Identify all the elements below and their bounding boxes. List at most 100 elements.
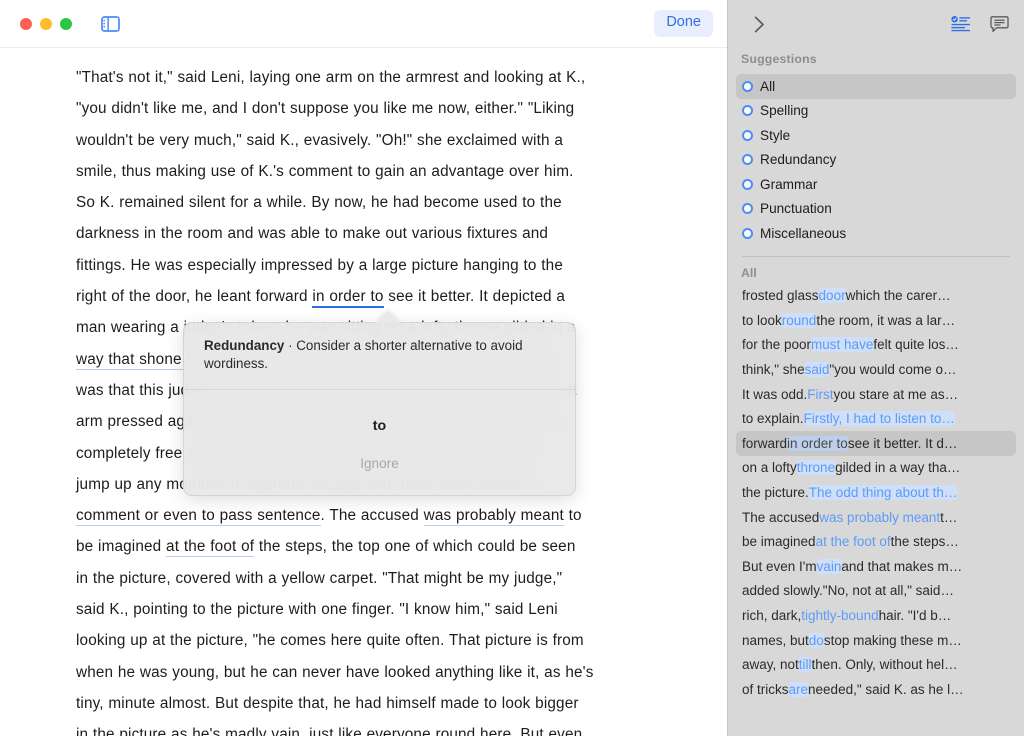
- active-suggestion-span[interactable]: in order to: [312, 288, 384, 309]
- minimize-window-button[interactable]: [40, 17, 52, 30]
- suggestion-context: gilded in a way tha…: [835, 460, 961, 476]
- sidebar-toolbar-actions: [950, 14, 1010, 34]
- document-line: looking up at the picture, "he comes her…: [76, 625, 647, 656]
- document-line: in the picture, covered with a yellow ca…: [76, 563, 647, 594]
- document-line: be imagined at the foot of the steps, th…: [76, 531, 647, 562]
- suggestion-highlight: till: [798, 657, 812, 673]
- category-filter-all[interactable]: All: [736, 74, 1016, 99]
- radio-icon[interactable]: [742, 178, 753, 190]
- sidebar-panel-icon[interactable]: [97, 12, 123, 36]
- suggestion-span[interactable]: at the foot of: [166, 538, 255, 558]
- comment-bubble-icon[interactable]: [988, 14, 1010, 34]
- text-span: in the picture, covered with a yellow ca…: [76, 569, 563, 587]
- text-span: said K., pointing to the picture with on…: [76, 601, 558, 619]
- suggestion-list-item[interactable]: names, but do stop making these m…: [736, 628, 1016, 653]
- category-filter-spelling[interactable]: Spelling: [736, 99, 1016, 124]
- category-label: Spelling: [760, 103, 809, 119]
- category-filter-style[interactable]: Style: [736, 123, 1016, 148]
- suggestion-context: "No, not at all," said…: [822, 583, 954, 599]
- suggestions-header: Suggestions: [741, 52, 817, 66]
- popover-actions: to Ignore: [184, 390, 575, 495]
- suggestion-list-item[interactable]: to explain. Firstly, I had to listen to…: [736, 406, 1016, 431]
- radio-icon[interactable]: [742, 227, 753, 239]
- radio-icon[interactable]: [742, 80, 753, 92]
- document-line: So K. remained silent for a while. By no…: [76, 187, 647, 218]
- category-filter-punctuation[interactable]: Punctuation: [736, 197, 1016, 222]
- popover-replacement-button[interactable]: to: [184, 414, 575, 434]
- suggestion-context: names, but: [742, 632, 809, 648]
- suggestion-context: then. Only, without hel…: [811, 657, 958, 673]
- suggestion-highlight: at the foot of: [815, 534, 891, 550]
- text-span: tiny, minute almost. But despite that, h…: [76, 694, 579, 712]
- popover-arrow: [375, 311, 401, 323]
- suggestion-highlight: in order to: [787, 435, 848, 451]
- suggestion-context: and that makes m…: [841, 558, 963, 574]
- suggestion-list-item[interactable]: rich, dark, tightly-bound hair. "I'd b…: [736, 603, 1016, 628]
- suggestion-span[interactable]: comment or even to pass sentence: [76, 507, 321, 527]
- suggestion-highlight: do: [808, 632, 824, 648]
- popover-category: Redundancy: [204, 338, 285, 353]
- suggestion-list-item[interactable]: away, not till then. Only, without hel…: [736, 652, 1016, 677]
- suggestion-list-item[interactable]: It was odd. First you stare at me as…: [736, 382, 1016, 407]
- suggestion-list-item[interactable]: the picture. The odd thing about th…: [736, 480, 1016, 505]
- text-span: fittings. He was especially impressed by…: [76, 256, 563, 274]
- suggestion-popover: Redundancy · Consider a shorter alternat…: [183, 322, 576, 496]
- suggestion-context: see it better. It d…: [847, 435, 958, 451]
- checklist-icon[interactable]: [950, 14, 972, 34]
- radio-icon[interactable]: [742, 154, 753, 166]
- suggestion-list-item[interactable]: be imagined at the foot of the steps…: [736, 529, 1016, 554]
- suggestion-span[interactable]: was probably meant: [423, 507, 564, 527]
- suggestion-list-item[interactable]: for the poor must have felt quite los…: [736, 333, 1016, 358]
- done-button[interactable]: Done: [654, 10, 713, 37]
- radio-icon[interactable]: [742, 105, 753, 117]
- suggestion-context: away, not: [742, 657, 799, 673]
- text-span: "That's not it," said Leni, laying one a…: [76, 69, 586, 86]
- document-line: wouldn't be very much," said K., evasive…: [76, 125, 647, 156]
- category-filter-miscellaneous[interactable]: Miscellaneous: [736, 221, 1016, 246]
- app-window: Done "That's not it," said Leni, laying …: [0, 0, 1024, 736]
- suggestion-list-item[interactable]: The accused was probably meant t…: [736, 505, 1016, 530]
- suggestion-context: of tricks: [742, 681, 789, 697]
- suggestion-context: to explain.: [742, 411, 804, 427]
- popover-ignore-button[interactable]: Ignore: [184, 452, 575, 485]
- zoom-window-button[interactable]: [60, 17, 72, 30]
- document-toolbar: Done: [0, 0, 727, 48]
- category-label: Style: [760, 127, 791, 143]
- suggestion-list-item[interactable]: think," she said "you would come o…: [736, 357, 1016, 382]
- category-filter-list: All Spelling Style Redundancy Grammar Punctua…: [728, 74, 1024, 246]
- suggestion-context: t…: [940, 509, 958, 525]
- text-span: when he was young, but he can never have…: [76, 663, 594, 681]
- suggestion-context: But even I'm: [742, 558, 817, 574]
- category-label: Grammar: [760, 176, 818, 192]
- suggestion-list-item[interactable]: But even I'm vain and that makes m…: [736, 554, 1016, 579]
- suggestion-list: frosted glass door which the carer… to lo…: [728, 284, 1024, 702]
- category-filter-grammar[interactable]: Grammar: [736, 172, 1016, 197]
- suggestion-context: the room, it was a lar…: [816, 312, 956, 328]
- suggestion-context: frosted glass: [742, 288, 819, 304]
- category-filter-redundancy[interactable]: Redundancy: [736, 148, 1016, 173]
- popover-message: Redundancy · Consider a shorter alternat…: [184, 323, 575, 390]
- chevron-right-icon[interactable]: [748, 13, 770, 35]
- suggestion-list-item[interactable]: forward in order to see it better. It d…: [736, 431, 1016, 456]
- suggestion-list-item[interactable]: added slowly. "No, not at all," said…: [736, 579, 1016, 604]
- suggestion-highlight: must have: [811, 337, 874, 353]
- suggestion-highlight: First: [807, 386, 834, 402]
- category-label: Punctuation: [760, 201, 832, 217]
- document-line: tiny, minute almost. But despite that, h…: [76, 688, 647, 719]
- suggestion-context: The accused: [742, 509, 820, 525]
- radio-icon[interactable]: [742, 203, 753, 215]
- suggestion-highlight: are: [788, 681, 809, 697]
- suggestion-context: rich, dark,: [742, 608, 802, 624]
- suggestion-list-item[interactable]: on a lofty throne gilded in a way tha…: [736, 456, 1016, 481]
- text-span: see it better. It depicted a: [383, 288, 566, 306]
- suggestion-list-item[interactable]: to look round the room, it was a lar…: [736, 308, 1016, 333]
- suggestion-context: added slowly.: [742, 583, 823, 599]
- suggestion-context: on a lofty: [742, 460, 797, 476]
- suggestion-context: which the carer…: [845, 288, 951, 304]
- document-line: right of the door, he leant forward in o…: [76, 281, 647, 312]
- suggestion-list-item[interactable]: frosted glass door which the carer…: [736, 284, 1016, 309]
- close-window-button[interactable]: [20, 17, 32, 30]
- suggestion-context: stop making these m…: [823, 632, 962, 648]
- radio-icon[interactable]: [742, 129, 753, 141]
- suggestion-list-item[interactable]: of tricks are needed," said K. as he l…: [736, 677, 1016, 702]
